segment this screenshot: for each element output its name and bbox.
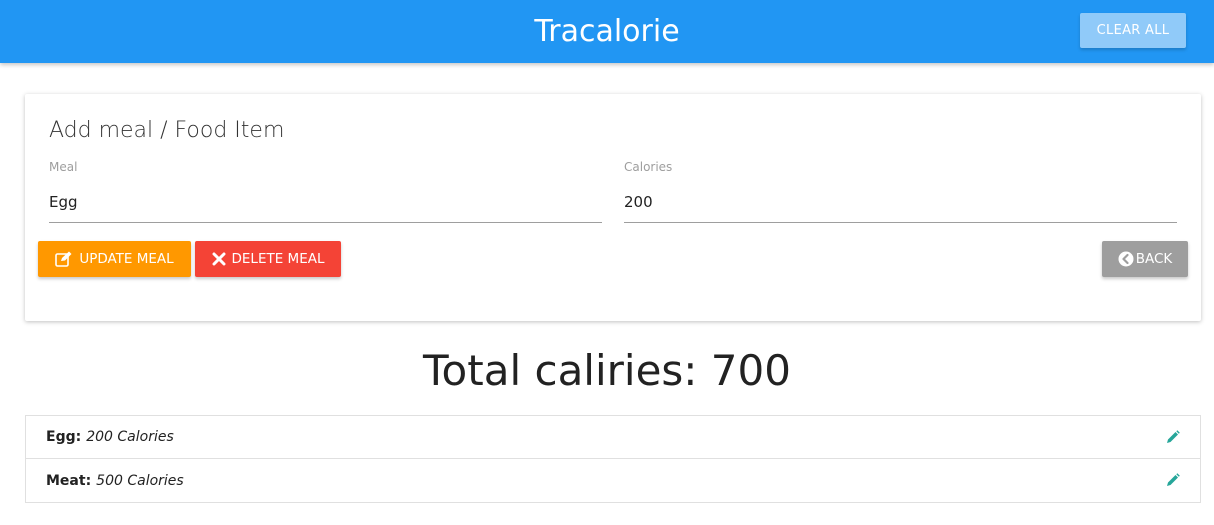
meal-input[interactable] (49, 181, 602, 223)
form-title: Add meal / Food Item (49, 118, 285, 143)
item-calories: 200 Calories (86, 429, 174, 445)
update-meal-label: UPDATE MEAL (79, 251, 174, 267)
item-name: Meat: (46, 472, 92, 489)
calories-label: Calories (624, 160, 673, 174)
delete-meal-label: DELETE MEAL (231, 251, 325, 267)
close-icon (212, 252, 226, 266)
pencil-icon[interactable] (1166, 430, 1180, 444)
list-item: Egg: 200 Calories (26, 416, 1200, 459)
back-label: BACK (1135, 251, 1173, 267)
brand-logo[interactable]: Tracalorie (0, 0, 1214, 63)
total-calories: Total caliries: 700 (423, 346, 791, 395)
list-item: Meat: 500 Calories (26, 459, 1200, 502)
meal-form-card: Add meal / Food Item Meal Calories UPDAT… (25, 94, 1201, 321)
item-name: Egg: (46, 429, 82, 445)
navbar: Tracalorie CLEAR ALL (0, 0, 1214, 63)
meal-list: Egg: 200 Calories Meat: 500 Calories (25, 415, 1201, 503)
meal-label: Meal (49, 160, 78, 174)
chevron-left-circle-icon (1118, 251, 1134, 267)
delete-meal-button[interactable]: DELETE MEAL (195, 241, 341, 277)
update-meal-button[interactable]: UPDATE MEAL (38, 241, 191, 277)
back-button[interactable]: BACK (1102, 241, 1188, 277)
clear-all-button[interactable]: CLEAR ALL (1080, 13, 1186, 48)
item-calories: 500 Calories (96, 472, 184, 489)
pencil-icon[interactable] (1166, 473, 1180, 487)
meal-field: Meal (49, 160, 602, 223)
edit-icon (55, 251, 73, 267)
calories-input[interactable] (624, 181, 1177, 223)
calories-field: Calories (624, 160, 1177, 223)
